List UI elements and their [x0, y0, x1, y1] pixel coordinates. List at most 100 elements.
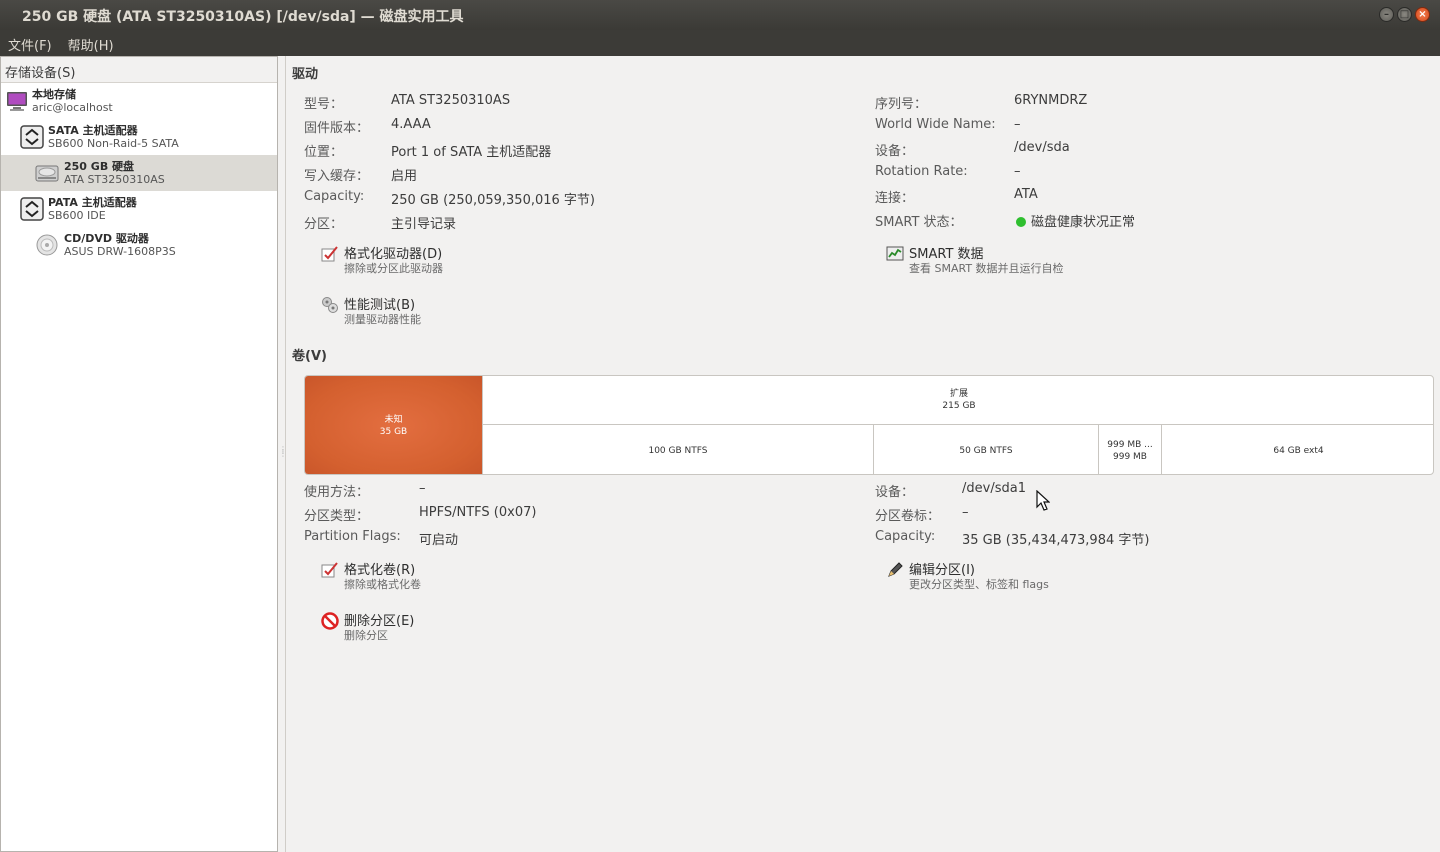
volume-label-value: –	[962, 505, 969, 520]
volume-label-label: 分区卷标：	[875, 509, 941, 524]
smart-data-desc: 查看 SMART 数据并且运行自检	[909, 262, 1064, 275]
host-adapter-icon	[20, 125, 44, 149]
drive-model-row: 型号： ATA ST3250310AS	[304, 93, 510, 112]
volume-partition-sublabel: 999 MB	[1113, 451, 1147, 462]
device-subtitle: SB600 IDE	[48, 209, 106, 222]
drive-wwn-label: World Wide Name:	[875, 117, 996, 132]
device-hard-disk[interactable]: 250 GB 硬盘 ATA ST3250310AS	[1, 155, 277, 191]
drive-model-value: ATA ST3250310AS	[391, 93, 511, 108]
device-name: 250 GB 硬盘	[64, 160, 135, 173]
drive-device-row: 设备： /dev/sda	[875, 140, 1070, 159]
drive-wwn-value: –	[1014, 117, 1021, 132]
drive-device-label: 设备：	[875, 144, 915, 159]
computer-icon	[7, 92, 27, 111]
edit-partition-icon	[888, 562, 903, 577]
volume-partition-type-value: HPFS/NTFS (0x07)	[419, 505, 537, 520]
smart-data-icon	[886, 246, 904, 261]
pane-splitter[interactable]: ⋮ ⋮	[279, 446, 287, 460]
smart-ok-icon	[1016, 217, 1026, 227]
format-volume-icon	[321, 562, 338, 578]
drive-firmware-label: 固件版本：	[304, 121, 370, 136]
device-name: CD/DVD 驱动器	[64, 232, 149, 245]
volumes-graph: 未知 35 GB 扩展 215 GB 100 GB NTFS 50 GB NTF…	[304, 375, 1434, 475]
volumes-section-title: 卷(V)	[292, 349, 327, 364]
volume-partition[interactable]: 100 GB NTFS	[482, 425, 873, 474]
drive-write-cache-row: 写入缓存： 启用	[304, 165, 417, 184]
device-pata-adapter[interactable]: PATA 主机适配器 SB600 IDE	[1, 191, 277, 227]
device-sata-adapter[interactable]: SATA 主机适配器 SB600 Non-Raid-5 SATA	[1, 119, 277, 155]
drive-partitioning-label: 分区：	[304, 217, 344, 232]
drive-wwn-row: World Wide Name: –	[875, 117, 1021, 132]
device-name: 本地存储	[32, 88, 76, 101]
drive-connection-row: 连接： ATA	[875, 187, 1038, 206]
drive-partitioning-value: 主引导记录	[391, 217, 457, 232]
details-panel: 驱动 型号： ATA ST3250310AS 固件版本： 4.AAA 位置： Port…	[285, 56, 1440, 852]
drive-serial-row: 序列号： 6RYNMDRZ	[875, 93, 1087, 112]
drive-device-value: /dev/sda	[1014, 140, 1070, 155]
drive-model-label: 型号：	[304, 97, 344, 112]
volume-capacity-label: Capacity:	[875, 529, 936, 544]
volume-partition-label: 100 GB NTFS	[648, 445, 708, 456]
device-optical-drive[interactable]: CD/DVD 驱动器 ASUS DRW-1608P3S	[1, 227, 277, 263]
volume-partition-type-label: 分区类型：	[304, 509, 370, 524]
menu-help[interactable]: 帮助(H)	[68, 30, 122, 56]
volume-flags-label: Partition Flags:	[304, 529, 401, 544]
storage-devices-panel: 存储设备(S) 本地存储 aric@localhost SATA 主机适配器 S…	[0, 56, 278, 852]
device-name: PATA 主机适配器	[48, 196, 137, 209]
volume-unknown-name: 未知	[384, 415, 403, 425]
drive-serial-value: 6RYNMDRZ	[1014, 93, 1088, 108]
volume-extended[interactable]: 扩展 215 GB	[482, 376, 1433, 425]
format-drive-icon	[321, 246, 338, 262]
volume-unknown-size: 35 GB	[379, 427, 408, 437]
volume-partition-label: 50 GB NTFS	[959, 445, 1013, 456]
drive-connection-value: ATA	[1014, 187, 1038, 202]
drive-location-value: Port 1 of SATA 主机适配器	[391, 145, 552, 160]
volume-extended-name: 扩展	[949, 389, 968, 399]
minimize-icon[interactable]: –	[1379, 7, 1394, 22]
format-drive-desc: 擦除或分区此驱动器	[344, 262, 443, 275]
volume-flags-row: Partition Flags: 可启动	[304, 529, 458, 548]
sidebar-header: 存储设备(S)	[1, 57, 277, 83]
volume-partition[interactable]: 50 GB NTFS	[873, 425, 1098, 474]
volume-device-value: /dev/sda1	[962, 481, 1026, 496]
volume-unknown[interactable]: 未知 35 GB	[305, 376, 482, 474]
drive-capacity-value: 250 GB (250,059,350,016 字节)	[391, 193, 595, 208]
window-title: 250 GB 硬盘 (ATA ST3250310AS) [/dev/sda] —…	[22, 9, 464, 25]
maximize-icon[interactable]: □	[1397, 7, 1412, 22]
drive-serial-label: 序列号：	[875, 97, 928, 112]
drive-capacity-label: Capacity:	[304, 189, 365, 204]
smart-status-text: 磁盘健康状况正常	[1031, 215, 1136, 230]
menu-file[interactable]: 文件(F)	[8, 30, 60, 56]
window-controls: – □ ×	[1379, 7, 1430, 22]
device-subtitle: aric@localhost	[32, 101, 113, 114]
close-icon[interactable]: ×	[1415, 7, 1430, 22]
volume-usage-row: 使用方法： –	[304, 481, 426, 500]
volume-partition-label: 64 GB ext4	[1273, 445, 1324, 456]
title-bar: 250 GB 硬盘 (ATA ST3250310AS) [/dev/sda] —…	[0, 0, 1440, 30]
drive-rotation-value: –	[1014, 164, 1021, 179]
volume-partition[interactable]: 999 MB ... 999 MB	[1098, 425, 1161, 474]
volume-label-row: 分区卷标： –	[875, 505, 969, 524]
device-subtitle: ASUS DRW-1608P3S	[64, 245, 176, 258]
device-subtitle: ATA ST3250310AS	[64, 173, 165, 186]
volume-usage-value: –	[419, 481, 426, 496]
drive-partitioning-row: 分区： 主引导记录	[304, 213, 456, 232]
drive-rotation-label: Rotation Rate:	[875, 164, 968, 179]
volume-device-row: 设备： /dev/sda1	[875, 481, 1026, 500]
drive-location-label: 位置：	[304, 145, 344, 160]
volume-flags-value: 可启动	[419, 533, 459, 548]
drive-capacity-row: Capacity: 250 GB (250,059,350,016 字节)	[304, 189, 595, 208]
drive-write-cache-value: 启用	[391, 169, 418, 184]
delete-partition-icon	[321, 612, 339, 630]
device-local-storage[interactable]: 本地存储 aric@localhost	[1, 83, 277, 119]
delete-partition-desc: 删除分区	[344, 629, 388, 642]
mouse-cursor-icon	[1036, 490, 1050, 511]
format-volume-desc: 擦除或格式化卷	[344, 578, 421, 591]
drive-connection-label: 连接：	[875, 191, 915, 206]
volume-partition-label: 999 MB ...	[1107, 439, 1153, 450]
volume-partition[interactable]: 64 GB ext4	[1161, 425, 1433, 474]
menu-bar: 文件(F) 帮助(H)	[0, 30, 1440, 56]
drive-smart-status-row: SMART 状态： 磁盘健康状况正常	[875, 211, 1135, 230]
volume-extended-size: 215 GB	[942, 401, 976, 411]
benchmark-desc: 测量驱动器性能	[344, 313, 421, 326]
